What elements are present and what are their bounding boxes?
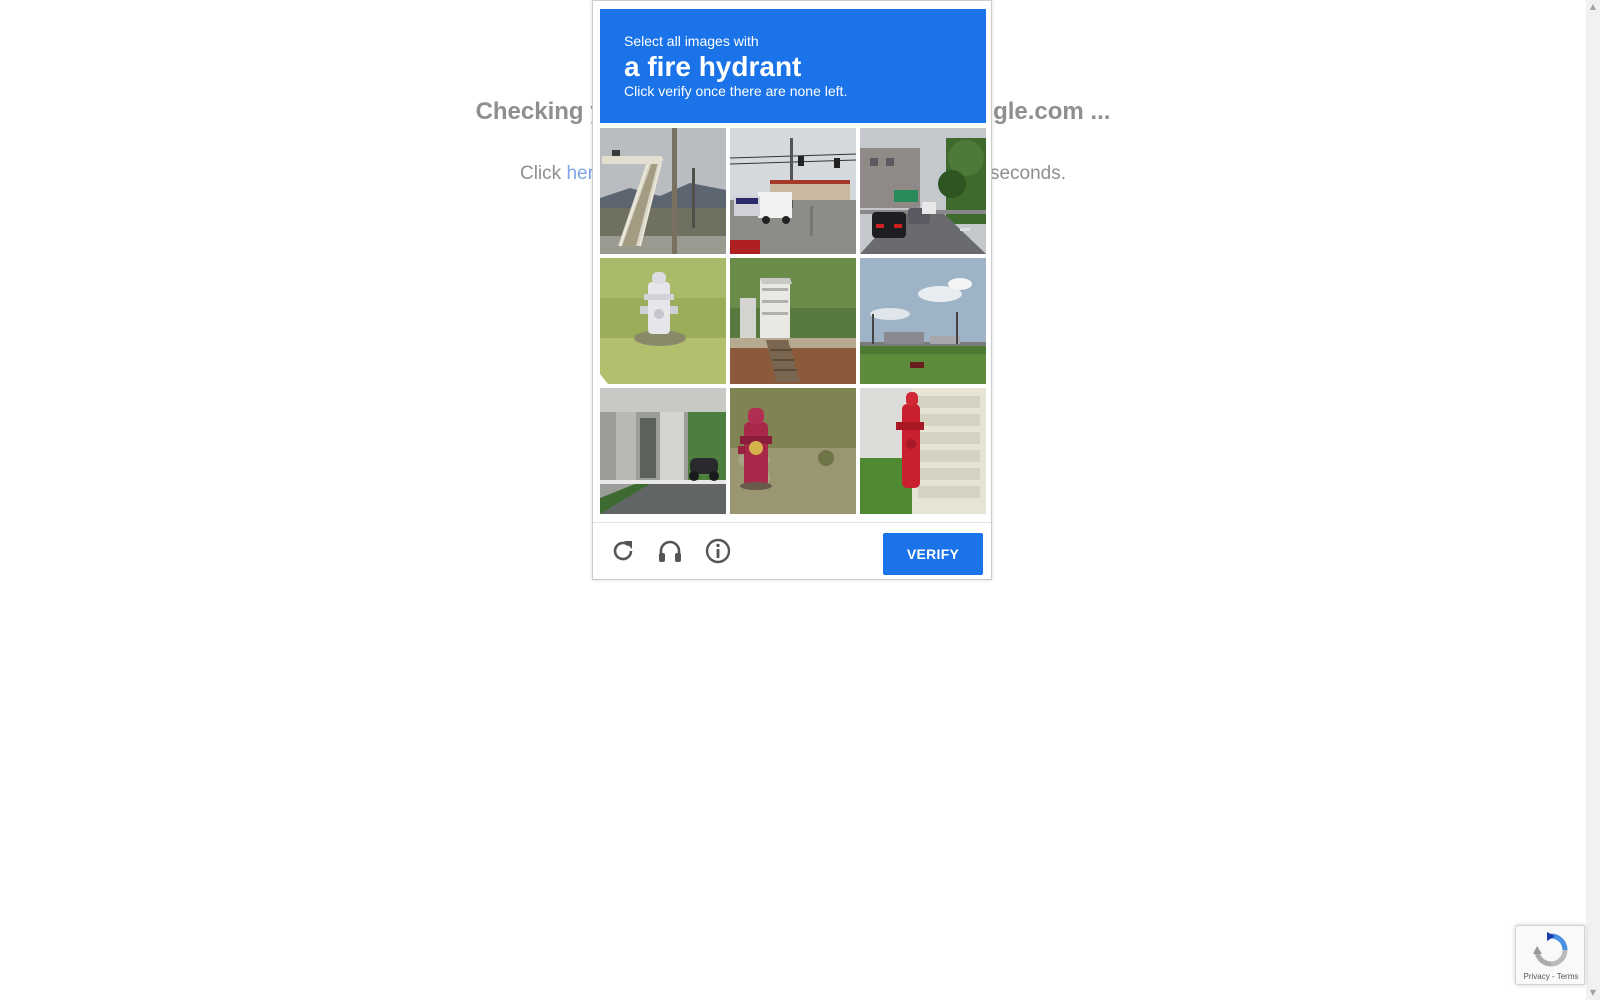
image-tile-3[interactable] — [860, 128, 986, 254]
captcha-challenge: Select all images with a fire hydrant Cl… — [592, 0, 992, 580]
redirect-prefix: Click — [519, 163, 567, 184]
red-hydrant-mailbox-image — [860, 388, 986, 514]
scroll-thumb[interactable] — [1588, 16, 1598, 982]
captcha-footer: VERIFY — [593, 522, 991, 581]
road-cars-image — [860, 128, 986, 254]
image-tile-9[interactable] — [860, 388, 986, 514]
image-tile-5[interactable] — [730, 258, 856, 384]
staircase-image — [730, 258, 856, 384]
intersection-image — [730, 128, 856, 254]
image-tile-2[interactable] — [730, 128, 856, 254]
verify-button[interactable]: VERIFY — [883, 533, 983, 575]
image-grid — [600, 128, 986, 514]
target-object: a fire hydrant — [624, 51, 802, 82]
verify-hint: Click verify once there are none left. — [624, 83, 848, 99]
image-tile-4[interactable] — [600, 258, 726, 384]
building-pillars-image — [600, 388, 726, 514]
recaptcha-badge[interactable]: Privacy - Terms — [1515, 925, 1585, 985]
privacy-terms-links[interactable]: Privacy - Terms — [1516, 972, 1586, 981]
info-icon[interactable] — [704, 537, 732, 565]
field-road-image — [860, 258, 986, 384]
image-tile-7[interactable] — [600, 388, 726, 514]
recaptcha-logo-icon — [1533, 932, 1568, 967]
image-tile-1[interactable] — [600, 128, 726, 254]
white-hydrant-image — [600, 258, 726, 384]
image-tile-8[interactable] — [730, 388, 856, 514]
reload-icon[interactable] — [609, 537, 637, 565]
scroll-up-arrow-icon[interactable]: ▲ — [1586, 0, 1600, 14]
page-scrollbar[interactable]: ▲ ▼ — [1586, 0, 1600, 1000]
image-tile-6[interactable] — [860, 258, 986, 384]
footbridge-image — [600, 128, 726, 254]
red-hydrant-image — [730, 388, 856, 514]
scroll-down-arrow-icon[interactable]: ▼ — [1586, 986, 1600, 1000]
captcha-instructions: Select all images with a fire hydrant Cl… — [600, 9, 986, 123]
audio-icon[interactable] — [656, 537, 684, 565]
instruction-text: Select all images with — [624, 33, 759, 49]
